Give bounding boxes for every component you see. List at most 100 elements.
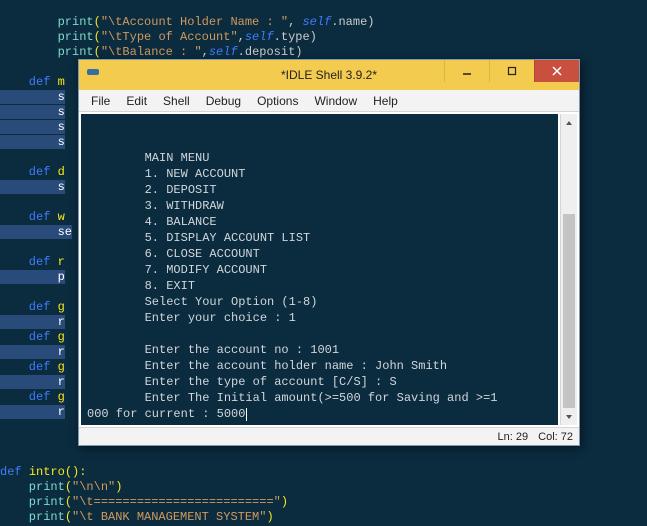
shell-line: Enter the account holder name : John Smi… — [87, 359, 447, 373]
code-token: def — [0, 255, 58, 269]
vertical-scrollbar[interactable] — [560, 114, 577, 425]
code-token: def — [0, 390, 58, 404]
code-token: "\tAccount Holder Name : " — [101, 15, 288, 29]
shell-line: 7. MODIFY ACCOUNT — [87, 263, 267, 277]
code-token: def — [0, 330, 58, 344]
code-token: , — [288, 15, 302, 29]
code-token: print — [0, 495, 65, 509]
code-token: "\tBalance : " — [101, 45, 202, 59]
close-button[interactable] — [534, 60, 579, 82]
code-token: ) — [115, 480, 122, 494]
text-cursor — [246, 408, 247, 421]
code-token: print — [0, 45, 94, 59]
shell-body: MAIN MENU 1. NEW ACCOUNT 2. DEPOSIT 3. W… — [79, 112, 579, 427]
shell-line: 1. NEW ACCOUNT — [87, 167, 245, 181]
menu-options[interactable]: Options — [249, 92, 306, 110]
shell-line: Enter the type of account [C/S] : S — [87, 375, 397, 389]
code-token: ( — [94, 45, 101, 59]
code-token: ) — [266, 510, 273, 524]
shell-line: MAIN MENU — [87, 151, 209, 165]
status-line: Ln: 29 — [498, 431, 529, 443]
shell-line: Select Your Option (1-8) — [87, 295, 317, 309]
code-token: ( — [65, 480, 72, 494]
code-token: s — [0, 105, 65, 119]
code-token: self — [209, 45, 238, 59]
shell-line: 5. DISPLAY ACCOUNT LIST — [87, 231, 310, 245]
menu-shell[interactable]: Shell — [155, 92, 198, 110]
code-token: self — [245, 30, 274, 44]
menu-edit[interactable]: Edit — [118, 92, 155, 110]
code-token: p — [0, 270, 65, 284]
status-column: Col: 72 — [538, 431, 573, 443]
code-token: g — [58, 300, 65, 314]
code-token: g — [58, 330, 65, 344]
code-token: def — [0, 465, 29, 479]
code-token: r — [0, 345, 65, 359]
code-token: ( — [94, 30, 101, 44]
code-token: g — [58, 360, 65, 374]
window-controls — [444, 60, 579, 82]
code-token: r — [0, 405, 65, 419]
code-token: print — [0, 510, 65, 524]
shell-line: Enter The Initial amount(>=500 for Savin… — [87, 391, 497, 405]
python-icon — [85, 67, 101, 83]
shell-line: Enter the account no : 1001 — [87, 343, 339, 357]
code-token: def — [0, 360, 58, 374]
code-token: def — [0, 75, 58, 89]
code-token: "\t=========================" — [72, 495, 281, 509]
code-token: ( — [65, 495, 72, 509]
menu-window[interactable]: Window — [306, 92, 365, 110]
code-token: ( — [65, 510, 72, 524]
code-token: intro — [29, 465, 65, 479]
code-token: s — [0, 120, 65, 134]
code-token: s — [0, 180, 65, 194]
code-token: m — [58, 75, 65, 89]
code-token: w — [58, 210, 65, 224]
menubar: File Edit Shell Debug Options Window Hel… — [79, 90, 579, 112]
shell-text-area[interactable]: MAIN MENU 1. NEW ACCOUNT 2. DEPOSIT 3. W… — [81, 114, 558, 425]
shell-line: 2. DEPOSIT — [87, 183, 217, 197]
scroll-thumb[interactable] — [563, 214, 575, 408]
code-token: g — [58, 390, 65, 404]
code-token: se — [0, 225, 72, 239]
code-token: print — [0, 30, 94, 44]
idle-shell-window: *IDLE Shell 3.9.2* File Edit Shell Debug… — [78, 59, 580, 446]
scroll-track[interactable] — [561, 131, 577, 408]
statusbar: Ln: 29 Col: 72 — [79, 427, 579, 445]
code-token: ( — [94, 15, 101, 29]
maximize-button[interactable] — [489, 60, 534, 82]
code-token: r — [58, 255, 65, 269]
shell-line: 6. CLOSE ACCOUNT — [87, 247, 260, 261]
code-token: "\tType of Account" — [101, 30, 238, 44]
scroll-down-button[interactable] — [561, 408, 577, 425]
titlebar[interactable]: *IDLE Shell 3.9.2* — [79, 60, 579, 90]
shell-line: 8. EXIT — [87, 279, 195, 293]
code-token: s — [0, 90, 65, 104]
code-token: r — [0, 315, 65, 329]
shell-line: 4. BALANCE — [87, 215, 217, 229]
code-token: .deposit) — [238, 45, 303, 59]
code-token: d — [58, 165, 65, 179]
minimize-button[interactable] — [444, 60, 489, 82]
code-token: print — [0, 480, 65, 494]
code-token: def — [0, 300, 58, 314]
menu-help[interactable]: Help — [365, 92, 406, 110]
code-token: .type) — [274, 30, 317, 44]
scroll-up-button[interactable] — [561, 114, 577, 131]
code-token: (): — [65, 465, 87, 479]
code-token: "\n\n" — [72, 480, 115, 494]
code-token: .name) — [331, 15, 374, 29]
menu-debug[interactable]: Debug — [198, 92, 249, 110]
code-token: print — [0, 15, 94, 29]
code-token: def — [0, 165, 58, 179]
code-token: , — [202, 45, 209, 59]
code-token: def — [0, 210, 58, 224]
shell-line: Enter your choice : 1 — [87, 311, 296, 325]
shell-line: 3. WITHDRAW — [87, 199, 224, 213]
code-token: r — [0, 375, 65, 389]
menu-file[interactable]: File — [83, 92, 118, 110]
code-token: ) — [281, 495, 288, 509]
code-token: self — [302, 15, 331, 29]
code-token: s — [0, 135, 65, 149]
code-token: "\t BANK MANAGEMENT SYSTEM" — [72, 510, 266, 524]
